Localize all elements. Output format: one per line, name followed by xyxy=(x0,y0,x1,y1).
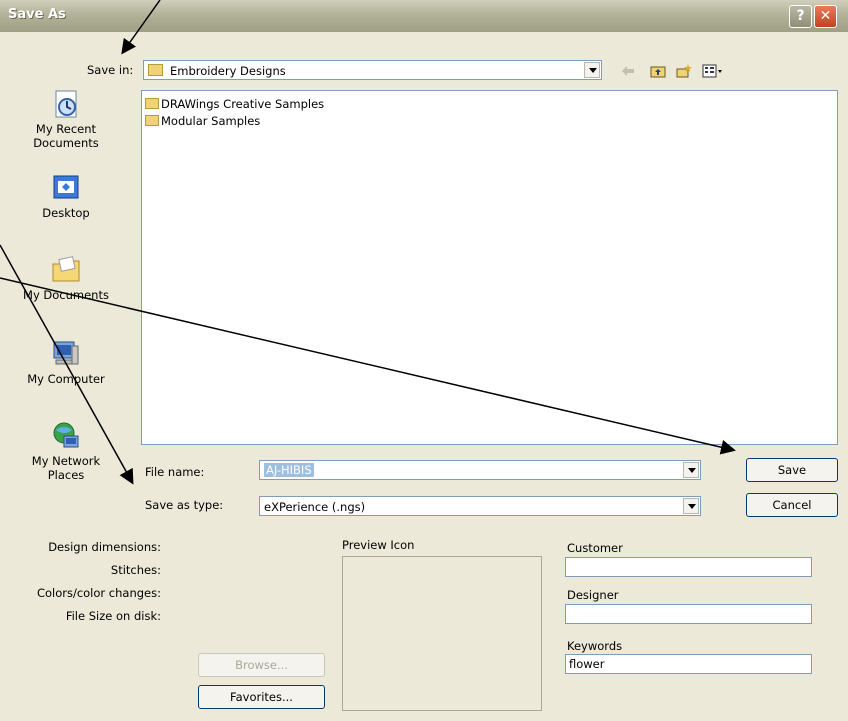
dialog-title: Save As xyxy=(8,7,66,22)
designer-label: Designer xyxy=(567,588,619,602)
my-computer-icon xyxy=(53,341,79,365)
place-label: My Computer xyxy=(27,372,105,386)
folder-icon xyxy=(145,115,159,126)
file-list[interactable]: DRAWings Creative Samples Modular Sample… xyxy=(141,90,838,445)
designer-field[interactable] xyxy=(565,604,812,624)
close-button[interactable]: ✕ xyxy=(814,5,837,28)
folder-name: DRAWings Creative Samples xyxy=(161,97,325,111)
preview-icon-box xyxy=(342,556,542,711)
place-my-computer[interactable]: My Computer xyxy=(0,338,132,386)
place-my-network-places[interactable]: My Network Places xyxy=(0,420,132,482)
keywords-value: flower xyxy=(569,657,605,671)
save-as-type-label: Save as type: xyxy=(145,498,224,512)
file-size-label: File Size on disk: xyxy=(65,609,161,623)
chevron-down-icon[interactable] xyxy=(683,462,699,478)
back-icon[interactable] xyxy=(620,63,636,79)
save-as-type-value: eXPerience (.ngs) xyxy=(264,500,366,514)
keywords-field[interactable]: flower xyxy=(565,654,812,674)
place-label: My Recent Documents xyxy=(33,122,99,150)
places-bar: My Recent Documents Desktop My Documents… xyxy=(0,88,138,508)
place-my-documents[interactable]: My Documents xyxy=(0,254,132,302)
title-bar[interactable]: Save As ? ✕ xyxy=(0,0,848,32)
recent-documents-icon xyxy=(55,90,77,118)
desktop-icon xyxy=(53,175,79,199)
colors-label: Colors/color changes: xyxy=(36,586,161,600)
new-folder-icon[interactable] xyxy=(676,63,692,79)
save-in-label: Save in: xyxy=(87,63,134,77)
place-label: My Documents xyxy=(23,288,109,302)
save-button[interactable]: Save xyxy=(746,458,838,482)
my-documents-icon xyxy=(52,256,80,282)
help-button[interactable]: ? xyxy=(789,5,812,28)
file-name-label: File name: xyxy=(145,465,205,479)
preview-icon-label: Preview Icon xyxy=(342,538,415,552)
folder-icon xyxy=(145,98,159,109)
save-as-dialog: Save As ? ✕ Save in: Embroidery Designs … xyxy=(0,0,848,721)
view-menu-icon[interactable] xyxy=(702,63,724,79)
save-as-type-dropdown[interactable]: eXPerience (.ngs) xyxy=(259,496,701,516)
favorites-button[interactable]: Favorites... xyxy=(198,685,325,709)
save-in-value: Embroidery Designs xyxy=(170,64,286,78)
browse-button[interactable]: Browse... xyxy=(198,653,325,677)
network-places-icon xyxy=(53,422,79,448)
file-name-field[interactable]: AJ-HIBIS xyxy=(259,460,701,480)
chevron-down-icon[interactable] xyxy=(584,62,600,78)
file-name-selected-text: AJ-HIBIS xyxy=(264,463,314,477)
list-item[interactable]: DRAWings Creative Samples xyxy=(145,97,324,113)
place-my-recent-documents[interactable]: My Recent Documents xyxy=(0,88,132,150)
up-folder-icon[interactable] xyxy=(650,63,666,79)
list-item[interactable]: Modular Samples xyxy=(145,114,260,130)
folder-icon xyxy=(148,64,163,76)
place-label: My Network Places xyxy=(31,454,101,482)
chevron-down-icon[interactable] xyxy=(683,498,699,514)
file-name-value: AJ-HIBIS xyxy=(264,463,314,477)
save-in-dropdown[interactable]: Embroidery Designs xyxy=(143,60,602,80)
cancel-button[interactable]: Cancel xyxy=(746,493,838,517)
stitches-label: Stitches: xyxy=(110,563,161,577)
keywords-label: Keywords xyxy=(567,639,623,653)
place-desktop[interactable]: Desktop xyxy=(0,172,132,220)
design-dimensions-label: Design dimensions: xyxy=(48,540,161,554)
customer-label: Customer xyxy=(567,541,623,555)
folder-name: Modular Samples xyxy=(161,114,261,128)
customer-field[interactable] xyxy=(565,557,812,577)
place-label: Desktop xyxy=(42,206,90,220)
